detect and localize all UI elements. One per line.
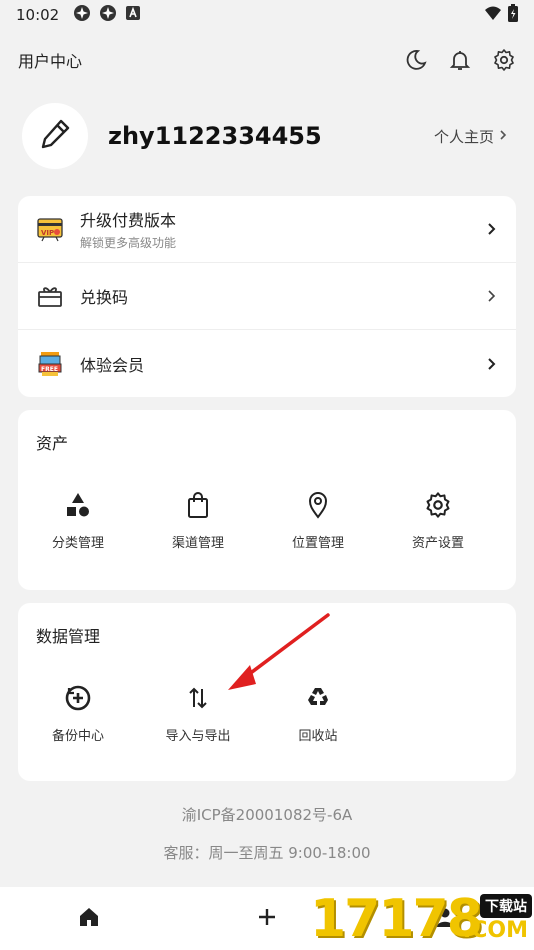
membership-menu-card: VIP 升级付费版本 解锁更多高级功能 兑换码 FREE 体验会员 bbox=[18, 196, 516, 397]
svg-text:VIP: VIP bbox=[41, 229, 54, 237]
gift-icon bbox=[36, 282, 64, 310]
menu-item-redeem-text: 兑换码 bbox=[80, 284, 128, 308]
site-watermark: 17178 下载站 .COM bbox=[310, 888, 534, 950]
backup-icon bbox=[63, 683, 93, 713]
menu-item-upgrade-subtitle: 解锁更多高级功能 bbox=[80, 236, 177, 250]
data-grid: 备份中心 导入与导出 回收站 bbox=[18, 647, 516, 744]
icp-record: 渝ICP备20001082号-6A bbox=[181, 806, 353, 824]
menu-item-redeem-title: 兑换码 bbox=[80, 288, 129, 307]
grid-label-asset-settings: 资产设置 bbox=[411, 536, 464, 551]
menu-item-upgrade[interactable]: VIP 升级付费版本 解锁更多高级功能 bbox=[18, 196, 516, 263]
watermark-digits: 17178 bbox=[310, 889, 483, 949]
shapes-icon bbox=[63, 490, 93, 520]
wifi-icon bbox=[484, 5, 502, 25]
grid-label-backup: 备份中心 bbox=[51, 729, 104, 744]
top-actions bbox=[404, 48, 516, 72]
dark-mode-icon[interactable] bbox=[404, 48, 428, 72]
data-section-title: 数据管理 bbox=[36, 627, 101, 646]
chevron-right-icon bbox=[486, 357, 498, 371]
grid-label-location: 位置管理 bbox=[291, 536, 344, 551]
chevron-right-icon bbox=[498, 127, 508, 145]
watermark-suffix: .COM bbox=[462, 918, 528, 943]
chevron-right-icon bbox=[486, 289, 498, 303]
grid-label-import-export: 导入与导出 bbox=[165, 729, 231, 744]
watermark-badge: 下载站 bbox=[480, 894, 532, 918]
top-bar: 用户中心 bbox=[0, 38, 534, 82]
bell-icon[interactable] bbox=[448, 48, 472, 72]
app-notification-icon-2 bbox=[99, 4, 117, 26]
svg-text:FREE: FREE bbox=[41, 366, 58, 373]
page-title: 用户中心 bbox=[18, 52, 83, 71]
grid-item-recycle-bin[interactable]: 回收站 bbox=[258, 683, 378, 744]
grid-item-import-export[interactable]: 导入与导出 bbox=[138, 683, 258, 744]
menu-item-trial-member[interactable]: FREE 体验会员 bbox=[18, 330, 516, 397]
shopping-bag-icon bbox=[183, 490, 213, 520]
profile-header: zhy1122334455 个人主页 bbox=[22, 102, 516, 170]
grid-label-category: 分类管理 bbox=[51, 536, 104, 551]
pen-icon bbox=[37, 116, 73, 156]
vip-card-icon: VIP bbox=[36, 215, 64, 243]
grid-item-asset-settings[interactable]: 资产设置 bbox=[378, 490, 498, 551]
menu-item-upgrade-title: 升级付费版本 bbox=[80, 211, 177, 230]
app-notification-icon bbox=[73, 4, 91, 26]
status-right bbox=[484, 4, 518, 26]
grid-label-recycle-bin: 回收站 bbox=[298, 729, 338, 744]
nav-home[interactable] bbox=[0, 906, 178, 932]
a-box-icon bbox=[125, 5, 141, 25]
gear-icon[interactable] bbox=[492, 48, 516, 72]
username: zhy1122334455 bbox=[108, 122, 322, 150]
service-hours: 客服：周一至周五 9:00-18:00 bbox=[163, 844, 371, 862]
avatar[interactable] bbox=[22, 103, 88, 169]
homepage-link[interactable]: 个人主页 bbox=[434, 126, 516, 147]
status-time: 10:02 bbox=[16, 6, 60, 24]
plus-icon bbox=[256, 906, 278, 932]
menu-item-upgrade-text: 升级付费版本 解锁更多高级功能 bbox=[80, 207, 176, 251]
grid-item-category[interactable]: 分类管理 bbox=[18, 490, 138, 551]
grid-item-channel[interactable]: 渠道管理 bbox=[138, 490, 258, 551]
homepage-label: 个人主页 bbox=[433, 127, 494, 146]
home-icon bbox=[78, 906, 100, 932]
assets-grid: 分类管理 渠道管理 位置管理 资产设置 bbox=[18, 454, 516, 551]
menu-item-trial-text: 体验会员 bbox=[80, 352, 144, 376]
import-export-icon bbox=[183, 683, 213, 713]
status-bar: 10:02 bbox=[0, 0, 534, 30]
battery-icon bbox=[508, 4, 518, 26]
gear-icon bbox=[423, 490, 453, 520]
menu-item-trial-title: 体验会员 bbox=[80, 355, 145, 375]
assets-card: 资产 分类管理 渠道管理 位置管理 资产设置 bbox=[18, 410, 516, 590]
menu-item-redeem-code[interactable]: 兑换码 bbox=[18, 263, 516, 330]
grid-label-channel: 渠道管理 bbox=[171, 536, 224, 551]
grid-item-location[interactable]: 位置管理 bbox=[258, 490, 378, 551]
chevron-right-icon bbox=[486, 222, 498, 236]
free-gift-icon: FREE bbox=[36, 350, 64, 378]
grid-item-backup[interactable]: 备份中心 bbox=[18, 683, 138, 744]
data-management-card: 数据管理 备份中心 导入与导出 回收站 bbox=[18, 603, 516, 781]
recycle-icon bbox=[303, 683, 333, 713]
assets-section-title: 资产 bbox=[36, 434, 69, 453]
location-pin-icon bbox=[303, 490, 333, 520]
